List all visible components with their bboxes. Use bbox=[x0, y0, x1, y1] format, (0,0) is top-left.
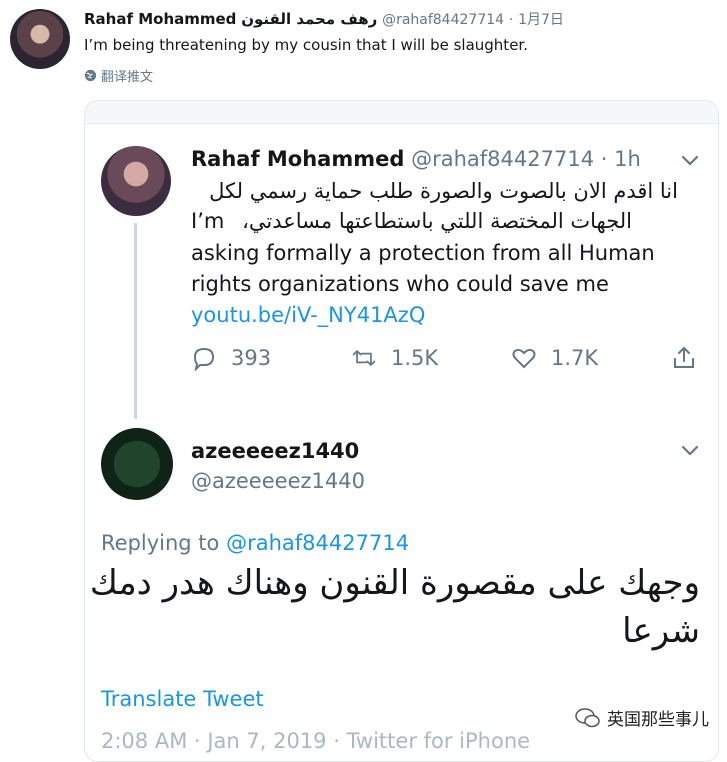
replying-to: Replying to @rahaf84427714 bbox=[101, 531, 409, 555]
chevron-down-icon[interactable] bbox=[681, 155, 699, 167]
tweet-header: Rahaf Mohammed رهف محمد القنون @rahaf844… bbox=[84, 9, 564, 29]
share-button[interactable] bbox=[671, 345, 697, 371]
replying-prefix: Replying to bbox=[101, 531, 220, 555]
tweet-date[interactable]: 1月7日 bbox=[518, 12, 564, 28]
card-top-bar bbox=[85, 101, 718, 124]
wechat-icon bbox=[575, 707, 600, 727]
avatar[interactable] bbox=[10, 9, 70, 69]
chevron-down-icon[interactable] bbox=[681, 445, 699, 457]
reply-arabic-line-2: شرعا bbox=[622, 611, 700, 651]
author-name[interactable]: Rahaf Mohammed bbox=[84, 10, 236, 28]
quoted-header: Rahaf Mohammed @rahaf84427714 · 1h bbox=[191, 147, 641, 171]
quoted-arabic-line-2: الجهات المختصة اللتي باستطاعتها مساعدتي، bbox=[242, 209, 632, 233]
retweet-count: 1.5K bbox=[391, 346, 439, 370]
translate-tweet-link[interactable]: Translate Tweet bbox=[101, 687, 264, 711]
globe-icon bbox=[84, 69, 97, 82]
retweet-button[interactable]: 1.5K bbox=[351, 345, 438, 371]
share-icon bbox=[674, 346, 694, 368]
translate-link[interactable]: 翻译推文 bbox=[84, 66, 153, 85]
watermark: 英国那些事儿 bbox=[575, 705, 709, 730]
quoted-author-handle[interactable]: @rahaf84427714 bbox=[411, 147, 594, 171]
like-icon bbox=[512, 348, 536, 369]
reply-count: 393 bbox=[231, 346, 272, 370]
quoted-arabic-line-1: انا اقدم الان بالصوت والصورة طلب حماية ر… bbox=[209, 179, 678, 203]
screenshot-card[interactable]: Rahaf Mohammed @rahaf84427714 · 1h انا ا… bbox=[84, 100, 719, 762]
tweet-text: I’m being threatening by my cousin that … bbox=[84, 36, 528, 54]
youtube-link[interactable]: youtu.be/iV-_NY41AzQ bbox=[191, 303, 425, 327]
author-name-arabic[interactable]: رهف محمد القنون bbox=[241, 10, 377, 28]
reply-author-name[interactable]: azeeeeez1440 bbox=[191, 439, 359, 463]
translate-label: 翻译推文 bbox=[101, 70, 154, 85]
tweet-actions: 393 1.5K 1.7K bbox=[191, 345, 711, 375]
quoted-author-name[interactable]: Rahaf Mohammed bbox=[191, 147, 404, 171]
quoted-avatar[interactable] bbox=[101, 146, 171, 216]
reply-button[interactable]: 393 bbox=[191, 345, 271, 371]
reply-meta: 2:08 AM · Jan 7, 2019 · Twitter for iPho… bbox=[101, 729, 531, 753]
reply-arabic-line-1: وجهك على مقصورة القنون وهناك هدر دمك bbox=[89, 563, 700, 603]
like-count: 1.7K bbox=[551, 346, 599, 370]
reply-author-handle[interactable]: @azeeeeez1440 bbox=[191, 469, 365, 493]
retweet-icon bbox=[352, 349, 376, 367]
quoted-english-start: I’m bbox=[191, 209, 225, 233]
author-handle[interactable]: @rahaf84427714 bbox=[382, 12, 504, 28]
reply-icon bbox=[193, 347, 215, 371]
quoted-time[interactable]: 1h bbox=[614, 147, 641, 171]
quoted-english-line-3: rights organizations who could save me bbox=[191, 272, 609, 296]
watermark-text: 英国那些事儿 bbox=[607, 710, 709, 730]
quoted-english-line-2: asking formally a protection from all Hu… bbox=[191, 241, 655, 265]
like-button[interactable]: 1.7K bbox=[511, 345, 598, 371]
separator-dot: · bbox=[508, 12, 514, 28]
thread-line bbox=[134, 223, 137, 419]
separator-dot: · bbox=[600, 147, 608, 171]
replying-to-handle[interactable]: @rahaf84427714 bbox=[226, 531, 409, 555]
reply-avatar[interactable] bbox=[101, 428, 173, 500]
